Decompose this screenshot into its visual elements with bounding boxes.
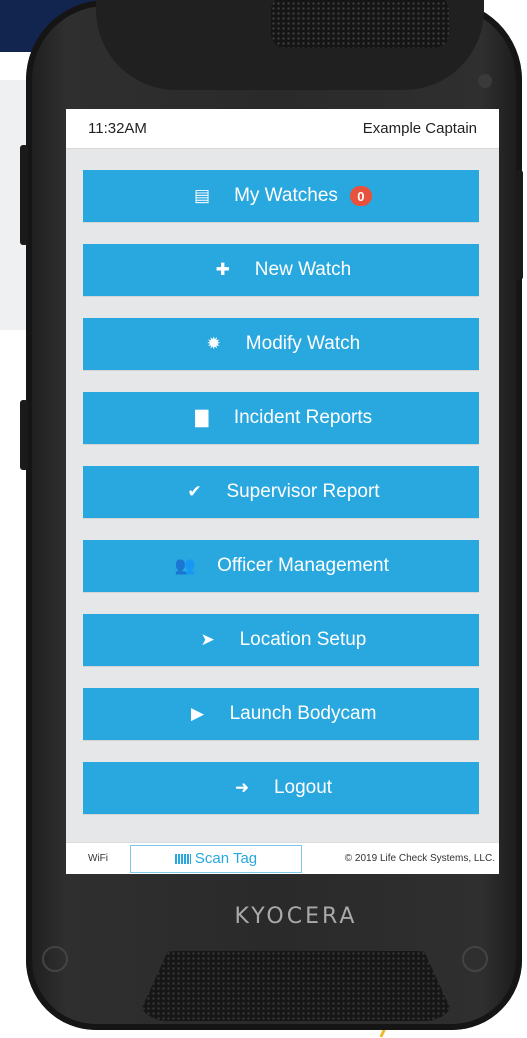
barcode-icon [174,853,191,864]
side-button-left-bottom [20,400,28,470]
count-badge: 0 [349,186,372,206]
video-camera-icon: ▶ [191,704,205,723]
scan-tag-label: Scan Tag [194,850,258,867]
menu-item-label: Launch Bodycam [229,703,377,724]
status-user: Example Captain [362,120,477,137]
my-watches-button[interactable]: ▤ My Watches 0 [83,170,479,222]
device-brand-logo: KYOCERA [234,904,358,929]
logout-button[interactable]: ➜ Logout [83,762,479,814]
users-icon: 👥 [174,556,196,575]
main-menu: ▤ My Watches 0 ✚ New Watch ✹ Modify Watch ▇ Inci… [83,170,479,836]
side-button-left-top [20,145,28,245]
status-time: 11:32AM [88,120,147,137]
gear-icon: ✹ [206,334,221,353]
bottom-bar: WiFi Scan Tag © 2019 Life Check Systems,… [66,842,499,874]
front-camera [478,74,492,88]
menu-item-label: My Watches [234,185,338,206]
copyright-text: © 2019 Life Check Systems, LLC. [344,853,495,864]
speaker-grille [271,0,449,48]
supervisor-report-button[interactable]: ✔ Supervisor Report [83,466,479,518]
launch-bodycam-button[interactable]: ▶ Launch Bodycam [83,688,479,740]
modify-watch-button[interactable]: ✹ Modify Watch [83,318,479,370]
check-icon: ✔ [187,482,202,501]
menu-item-label: New Watch [254,259,352,280]
side-button-right [515,170,523,280]
officer-management-button[interactable]: 👥 Officer Management [83,540,479,592]
screw-left [42,946,68,972]
phone-chin: KYOCERA [66,876,526,1026]
location-setup-button[interactable]: ➤ Location Setup [83,614,479,666]
phone-top-bezel [96,0,484,90]
menu-item-label: Officer Management [217,555,389,576]
wifi-label: WiFi [88,853,108,864]
menu-item-label: Location Setup [239,629,367,650]
screw-right [462,946,488,972]
scan-tag-button[interactable]: Scan Tag [130,844,302,873]
app-screen: 11:32AM Example Captain ▤ My Watches 0 ✚ New… [66,109,499,874]
new-watch-button[interactable]: ✚ New Watch [83,244,479,296]
list-icon: ▤ [194,186,211,205]
menu-item-label: Supervisor Report [226,481,380,502]
menu-item-label: Logout [273,777,333,798]
status-bar: 11:32AM Example Captain [66,109,499,149]
menu-item-label: Modify Watch [245,333,361,354]
sign-out-icon: ➜ [234,778,250,797]
note-icon: ▇ [195,408,209,427]
location-arrow-icon: ➤ [200,630,215,649]
menu-item-label: Incident Reports [233,407,373,428]
bottom-grille [136,951,456,1021]
plus-icon: ✚ [215,260,230,279]
incident-reports-button[interactable]: ▇ Incident Reports [83,392,479,444]
